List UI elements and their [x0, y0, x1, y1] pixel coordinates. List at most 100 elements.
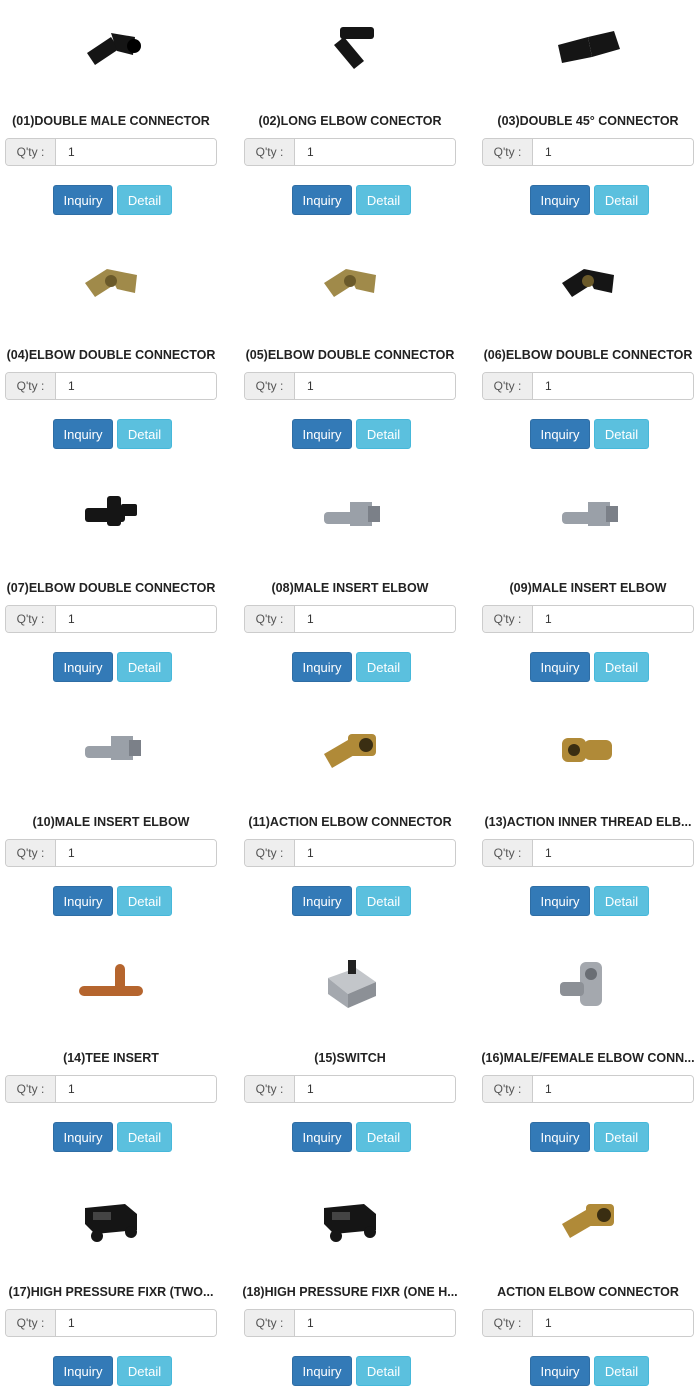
quantity-group: Q'ty : — [482, 839, 694, 867]
detail-button[interactable]: Detail — [117, 1122, 172, 1152]
quantity-label: Q'ty : — [6, 139, 56, 165]
elbow-double-connector-icon — [85, 269, 137, 297]
long-elbow-connector-icon — [334, 27, 374, 69]
product-image[interactable] — [477, 1171, 699, 1271]
detail-button[interactable]: Detail — [594, 1122, 649, 1152]
inquiry-button[interactable]: Inquiry — [53, 185, 113, 215]
quantity-label: Q'ty : — [6, 606, 56, 632]
product-title: (07)ELBOW DOUBLE CONNECTOR — [6, 581, 216, 595]
product-image[interactable] — [0, 701, 222, 801]
product-title: (15)SWITCH — [314, 1051, 386, 1065]
product-image[interactable] — [0, 234, 222, 334]
elbow-double-connector-icon — [324, 269, 376, 297]
product-image[interactable] — [0, 467, 222, 567]
detail-button[interactable]: Detail — [117, 419, 172, 449]
product-image[interactable] — [239, 234, 461, 334]
product-image[interactable] — [0, 1171, 222, 1271]
detail-button[interactable]: Detail — [117, 185, 172, 215]
quantity-input[interactable] — [56, 1310, 216, 1336]
quantity-input[interactable] — [295, 606, 455, 632]
quantity-input[interactable] — [533, 606, 693, 632]
quantity-input[interactable] — [533, 373, 693, 399]
quantity-input[interactable] — [295, 1310, 455, 1336]
inquiry-button[interactable]: Inquiry — [292, 419, 352, 449]
product-image[interactable] — [0, 0, 222, 100]
quantity-group: Q'ty : — [244, 839, 456, 867]
inquiry-button[interactable]: Inquiry — [53, 1356, 113, 1386]
inquiry-button[interactable]: Inquiry — [53, 652, 113, 682]
double-male-connector-icon — [87, 33, 141, 65]
product-image[interactable] — [477, 701, 699, 801]
detail-button[interactable]: Detail — [594, 185, 649, 215]
product-image[interactable] — [239, 467, 461, 567]
detail-button[interactable]: Detail — [356, 1122, 411, 1152]
product-title: (10)MALE INSERT ELBOW — [32, 815, 190, 829]
quantity-label: Q'ty : — [6, 840, 56, 866]
quantity-input[interactable] — [295, 1076, 455, 1102]
detail-button[interactable]: Detail — [356, 886, 411, 916]
quantity-input[interactable] — [533, 1310, 693, 1336]
detail-button[interactable]: Detail — [356, 185, 411, 215]
action-elbow-connector-icon — [562, 1204, 614, 1238]
inquiry-button[interactable]: Inquiry — [53, 886, 113, 916]
detail-button[interactable]: Detail — [594, 419, 649, 449]
inquiry-button[interactable]: Inquiry — [530, 1122, 590, 1152]
product-image[interactable] — [477, 467, 699, 567]
inquiry-button[interactable]: Inquiry — [292, 1356, 352, 1386]
product-title: (16)MALE/FEMALE ELBOW CONN... — [481, 1051, 695, 1065]
quantity-input[interactable] — [533, 840, 693, 866]
quantity-input[interactable] — [56, 840, 216, 866]
product-image[interactable] — [0, 937, 222, 1037]
detail-button[interactable]: Detail — [356, 419, 411, 449]
detail-button[interactable]: Detail — [356, 652, 411, 682]
product-image[interactable] — [477, 234, 699, 334]
inquiry-button[interactable]: Inquiry — [530, 886, 590, 916]
quantity-input[interactable] — [56, 373, 216, 399]
quantity-input[interactable] — [533, 139, 693, 165]
quantity-input[interactable] — [56, 139, 216, 165]
product-title: (11)ACTION ELBOW CONNECTOR — [248, 815, 452, 829]
inquiry-button[interactable]: Inquiry — [292, 185, 352, 215]
quantity-input[interactable] — [533, 1076, 693, 1102]
product-image[interactable] — [477, 0, 699, 100]
quantity-group: Q'ty : — [5, 1075, 217, 1103]
product-image[interactable] — [477, 937, 699, 1037]
product-title: (05)ELBOW DOUBLE CONNECTOR — [245, 348, 455, 362]
quantity-label: Q'ty : — [483, 840, 533, 866]
detail-button[interactable]: Detail — [594, 886, 649, 916]
inquiry-button[interactable]: Inquiry — [292, 886, 352, 916]
action-elbow-connector-icon — [324, 734, 376, 768]
male-female-elbow-icon — [560, 962, 602, 1006]
product-image[interactable] — [239, 1171, 461, 1271]
quantity-input[interactable] — [295, 373, 455, 399]
quantity-input[interactable] — [295, 139, 455, 165]
detail-button[interactable]: Detail — [594, 652, 649, 682]
detail-button[interactable]: Detail — [117, 886, 172, 916]
product-image[interactable] — [239, 701, 461, 801]
quantity-group: Q'ty : — [244, 1309, 456, 1337]
inquiry-button[interactable]: Inquiry — [292, 1122, 352, 1152]
inquiry-button[interactable]: Inquiry — [292, 652, 352, 682]
male-insert-elbow-icon — [85, 736, 141, 760]
quantity-group: Q'ty : — [244, 1075, 456, 1103]
male-insert-elbow-icon — [324, 502, 380, 526]
detail-button[interactable]: Detail — [594, 1356, 649, 1386]
inquiry-button[interactable]: Inquiry — [53, 419, 113, 449]
detail-button[interactable]: Detail — [117, 652, 172, 682]
inquiry-button[interactable]: Inquiry — [530, 185, 590, 215]
quantity-group: Q'ty : — [244, 138, 456, 166]
quantity-input[interactable] — [295, 840, 455, 866]
inquiry-button[interactable]: Inquiry — [53, 1122, 113, 1152]
quantity-input[interactable] — [56, 606, 216, 632]
quantity-group: Q'ty : — [5, 138, 217, 166]
quantity-input[interactable] — [56, 1076, 216, 1102]
detail-button[interactable]: Detail — [117, 1356, 172, 1386]
detail-button[interactable]: Detail — [356, 1356, 411, 1386]
product-image[interactable] — [239, 0, 461, 100]
quantity-label: Q'ty : — [245, 1076, 295, 1102]
inquiry-button[interactable]: Inquiry — [530, 652, 590, 682]
inquiry-button[interactable]: Inquiry — [530, 1356, 590, 1386]
product-image[interactable] — [239, 937, 461, 1037]
quantity-label: Q'ty : — [245, 1310, 295, 1336]
inquiry-button[interactable]: Inquiry — [530, 419, 590, 449]
